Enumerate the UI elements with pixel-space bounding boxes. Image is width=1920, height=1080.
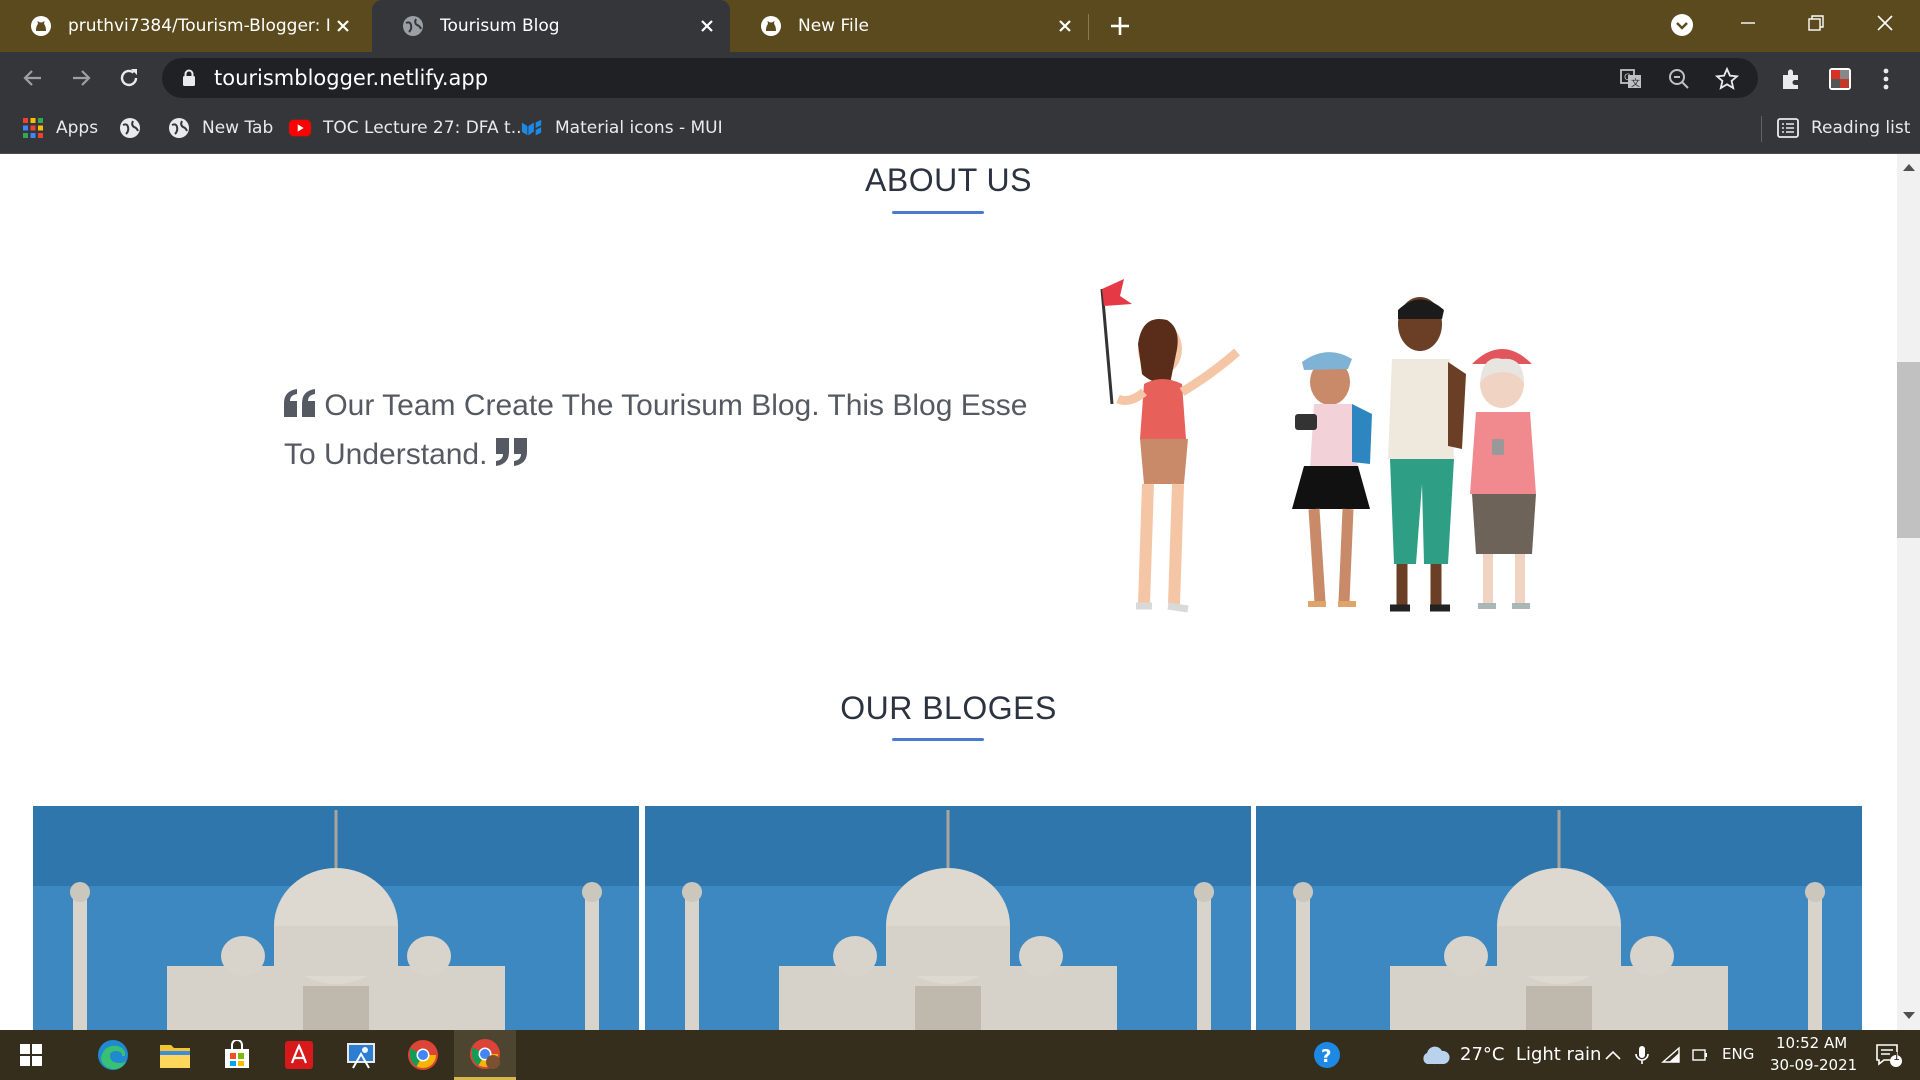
minimize-button[interactable] <box>1718 0 1778 46</box>
reading-list-icon <box>1777 117 1799 139</box>
translate-icon[interactable]: G文 <box>1618 66 1644 92</box>
tab-tourisum-blog[interactable]: Tourisum Blog <box>372 0 730 52</box>
bookmarks-bar: Apps New Tab TOC Lecture 27: DFA t... Ma… <box>0 104 1920 154</box>
volume-battery-icon[interactable] <box>1686 1030 1716 1080</box>
tab-search-button[interactable] <box>1652 2 1712 48</box>
blog-card[interactable] <box>645 806 1251 1030</box>
blog-card[interactable] <box>33 806 639 1030</box>
tab-title: Tourisum Blog <box>440 16 560 36</box>
close-icon[interactable] <box>696 15 718 37</box>
scroll-down-arrow[interactable] <box>1903 1012 1915 1019</box>
tab-title: New File <box>798 16 869 36</box>
more-menu-icon[interactable] <box>1872 65 1900 93</box>
address-bar[interactable]: tourismblogger.netlify.app G文 <box>162 58 1758 98</box>
reload-button[interactable] <box>114 63 144 93</box>
scroll-up-arrow[interactable] <box>1903 164 1915 171</box>
scrollbar-thumb[interactable] <box>1897 362 1920 538</box>
taj-mahal-image <box>645 806 1251 1030</box>
about-quote: Our Team Create The Tourisum Blog. This … <box>284 382 1064 480</box>
clock-time[interactable]: 10:52 AM <box>1776 1034 1847 1052</box>
github-icon <box>760 15 782 37</box>
profile-avatar[interactable] <box>1826 65 1854 93</box>
weather-cloud-icon[interactable] <box>1415 1030 1455 1080</box>
tab-github-repo[interactable]: pruthvi7384/Tourism-Blogger: I have <box>0 0 366 52</box>
bookmarks-divider <box>1761 116 1762 142</box>
lock-icon[interactable] <box>182 69 196 91</box>
our-bloges-underline <box>892 738 984 741</box>
chrome-icon[interactable] <box>392 1030 454 1080</box>
vertical-scrollbar[interactable] <box>1897 154 1920 1030</box>
globe-icon <box>402 15 424 37</box>
bookmark-material-icons[interactable]: Material icons - MUI <box>521 104 723 152</box>
chrome-profile-icon[interactable] <box>454 1030 516 1080</box>
bookmark-label: New Tab <box>202 118 274 138</box>
show-hidden-icons-chevron-icon[interactable] <box>1598 1030 1628 1080</box>
acrobat-icon[interactable] <box>268 1030 330 1080</box>
svg-text:文: 文 <box>1631 77 1640 89</box>
about-quote-text: Our Team Create The Tourisum Blog. This … <box>284 389 1028 471</box>
quote-open-icon <box>284 384 316 431</box>
about-us-underline <box>892 211 984 214</box>
blog-card[interactable] <box>1256 806 1862 1030</box>
notification-center-icon[interactable]: 1 <box>1864 1030 1914 1080</box>
github-icon <box>30 15 52 37</box>
mui-logo-icon <box>521 117 543 139</box>
zoom-icon[interactable] <box>1666 66 1692 92</box>
windows-start-icon[interactable] <box>0 1030 62 1080</box>
taj-mahal-image <box>1256 806 1862 1030</box>
reading-list-button[interactable]: Reading list <box>1777 104 1910 152</box>
weather-text[interactable]: 27°C Light rain <box>1460 1044 1601 1065</box>
bookmark-label: Apps <box>56 118 99 138</box>
globe-icon <box>168 117 190 139</box>
tab-strip: pruthvi7384/Tourism-Blogger: I have Tour… <box>0 0 1920 52</box>
quote-close-icon <box>495 433 528 480</box>
bookmark-globe[interactable] <box>119 104 153 152</box>
notification-count-badge: 1 <box>1893 1050 1900 1063</box>
microsoft-store-icon[interactable] <box>206 1030 268 1080</box>
taj-mahal-image <box>33 806 639 1030</box>
url-text[interactable]: tourismblogger.netlify.app <box>214 58 488 98</box>
clock-date[interactable]: 30-09-2021 <box>1770 1056 1857 1074</box>
back-button[interactable] <box>18 63 48 93</box>
bookmark-new-tab[interactable]: New Tab <box>168 104 273 152</box>
microphone-icon[interactable] <box>1627 1030 1657 1080</box>
youtube-icon <box>289 117 311 139</box>
new-tab-button[interactable] <box>1107 13 1133 39</box>
file-explorer-icon[interactable] <box>144 1030 206 1080</box>
tab-title: pruthvi7384/Tourism-Blogger: I have <box>68 16 330 36</box>
bookmark-star-icon[interactable] <box>1714 66 1740 92</box>
wifi-icon[interactable] <box>1656 1030 1686 1080</box>
language-indicator[interactable]: ENG <box>1722 1045 1754 1063</box>
globe-icon <box>119 117 141 139</box>
extensions-icon[interactable] <box>1777 65 1805 93</box>
close-window-button[interactable] <box>1855 0 1915 46</box>
about-us-heading: ABOUT US <box>865 162 1032 198</box>
bookmark-apps[interactable]: Apps <box>22 104 98 152</box>
snipping-tool-icon[interactable] <box>330 1030 392 1080</box>
close-icon[interactable] <box>1054 15 1076 37</box>
tab-new-file[interactable]: New File <box>730 0 1088 52</box>
our-bloges-heading: OUR BLOGES <box>840 690 1057 726</box>
page-viewport: ABOUT US Our Team Create The Tourisum Bl… <box>0 154 1897 1030</box>
close-icon[interactable] <box>332 15 354 37</box>
edge-icon[interactable] <box>82 1030 144 1080</box>
tourists-illustration <box>1100 279 1536 613</box>
bookmark-toc-lecture[interactable]: TOC Lecture 27: DFA t... <box>289 104 527 152</box>
browser-toolbar: tourismblogger.netlify.app G文 <box>0 52 1920 104</box>
bookmark-label: Material icons - MUI <box>555 118 723 138</box>
help-icon[interactable]: ? <box>1297 1030 1357 1080</box>
bookmark-label: TOC Lecture 27: DFA t... <box>323 118 527 138</box>
apps-grid-icon <box>22 117 44 139</box>
forward-button[interactable] <box>66 63 96 93</box>
tab-divider <box>1088 14 1089 40</box>
svg-text:?: ? <box>1321 1046 1331 1067</box>
svg-text:G: G <box>1624 73 1631 83</box>
restore-button[interactable] <box>1786 0 1846 46</box>
windows-taskbar: ? 27°C Light rain ENG 10:52 AM 30-09-202… <box>0 1030 1920 1080</box>
reading-list-label: Reading list <box>1811 118 1911 138</box>
